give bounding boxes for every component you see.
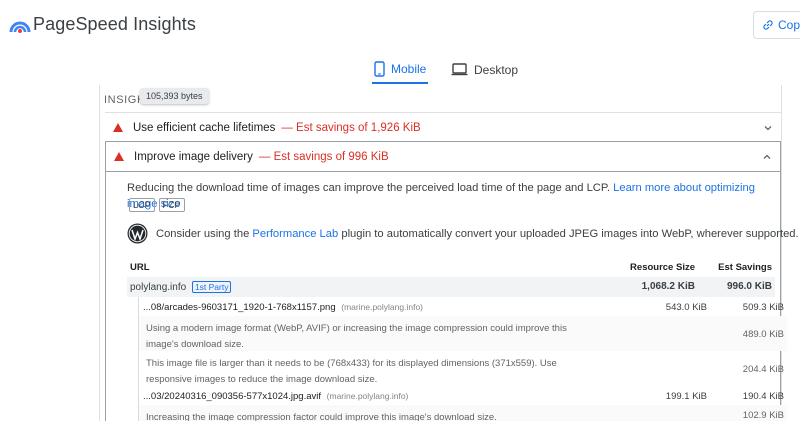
- table-subrow: This image file is larger than it needs …: [139, 351, 787, 386]
- warning-triangle-icon: [114, 152, 124, 161]
- subrow-savings: 204.4 KiB: [742, 364, 784, 375]
- first-party-badge: 1st Party: [191, 281, 232, 293]
- subrow-savings: 102.9 KiB: [742, 410, 784, 421]
- subrow-savings: 489.0 KiB: [742, 329, 784, 340]
- tab-mobile[interactable]: Mobile: [372, 55, 429, 84]
- tag-lcp: LCP: [129, 198, 155, 212]
- table-subrow: Using a modern image format (WebP, AVIF)…: [139, 316, 787, 351]
- table-row[interactable]: ...08/arcades-9603171_1920-1-768x1157.pn…: [139, 297, 787, 316]
- subrow-note: Increasing the image compression factor …: [146, 412, 497, 421]
- audit-title: Use efficient cache lifetimes: [133, 121, 276, 134]
- tag-fcp: FCP: [158, 198, 185, 212]
- copy-link-button[interactable]: Copy: [753, 11, 800, 39]
- subrow-note: This image file is larger than it needs …: [146, 358, 557, 385]
- resource-savings: 190.4 KiB: [742, 391, 784, 402]
- image-savings-table: URL Resource Size Est Savings polylang.i…: [127, 259, 787, 421]
- app-title: PageSpeed Insights: [33, 14, 196, 34]
- tab-desktop[interactable]: Desktop: [449, 55, 520, 84]
- table-subrow: Increasing the image compression factor …: [139, 405, 787, 421]
- image-delivery-details: Reducing the download time of images can…: [105, 171, 799, 421]
- wordpress-tip: Consider using the Performance Lab plugi…: [127, 223, 799, 244]
- audit-savings: — Est savings of 996 KiB: [258, 150, 389, 163]
- insights-panel: INSIGHTS 105,393 bytes Use efficient cac…: [99, 85, 799, 421]
- resource-size: 543.0 KiB: [665, 302, 707, 313]
- table-row-party: polylang.info 1st Party 1,068.2 KiB 996.…: [127, 277, 775, 297]
- wp-tip-suffix: plugin to automatically convert your upl…: [341, 227, 799, 240]
- copy-label: Copy: [778, 18, 800, 32]
- audit-description: Reducing the download time of images can…: [127, 180, 777, 212]
- tab-mobile-label: Mobile: [391, 61, 427, 76]
- resource-savings: 509.3 KiB: [742, 302, 784, 313]
- resource-url: ...08/arcades-9603171_1920-1-768x1157.pn…: [143, 302, 423, 313]
- wordpress-logo-icon: [127, 223, 148, 244]
- wp-tip-prefix: Consider using the: [156, 227, 250, 240]
- audit-image-delivery[interactable]: Improve image delivery — Est savings of …: [105, 141, 781, 172]
- link-icon: [763, 20, 773, 30]
- table-row[interactable]: ...03/20240316_090356-577x1024.jpg.avif …: [139, 386, 787, 405]
- party-size: 1,068.2 KiB: [641, 281, 695, 292]
- audit-cache-lifetimes[interactable]: Use efficient cache lifetimes — Est savi…: [105, 112, 781, 142]
- subrow-note: Using a modern image format (WebP, AVIF)…: [146, 323, 567, 350]
- metric-tags: LCP FCP: [129, 198, 185, 212]
- chevron-down-icon[interactable]: [763, 123, 773, 133]
- mobile-phone-icon: [374, 60, 385, 77]
- resource-url: ...03/20240316_090356-577x1024.jpg.avif …: [143, 391, 409, 402]
- warning-triangle-icon: [113, 123, 123, 132]
- column-est-savings: Est Savings: [718, 262, 772, 273]
- audit-savings: — Est savings of 1,926 KiB: [281, 121, 421, 134]
- bytes-tooltip: 105,393 bytes: [140, 88, 209, 104]
- party-resources: ...08/arcades-9603171_1920-1-768x1157.pn…: [138, 297, 787, 421]
- desktop-monitor-icon: [451, 63, 468, 76]
- resource-host: (marine.polylang.info): [326, 391, 409, 401]
- party-savings: 996.0 KiB: [726, 281, 772, 292]
- table-header: URL Resource Size Est Savings: [127, 259, 775, 277]
- performance-lab-link[interactable]: Performance Lab: [252, 228, 338, 240]
- chevron-up-icon[interactable]: [762, 152, 772, 162]
- resource-host: (marine.polylang.info): [341, 302, 423, 312]
- description-text: Reducing the download time of images can…: [127, 182, 611, 194]
- tab-desktop-label: Desktop: [474, 62, 519, 77]
- app-header: PageSpeed Insights Copy: [0, 0, 800, 50]
- column-url: URL: [130, 262, 150, 273]
- resource-size: 199.1 KiB: [665, 391, 707, 402]
- device-tabs: Mobile Desktop: [0, 55, 800, 85]
- party-domain: polylang.info 1st Party: [130, 281, 232, 293]
- pagespeed-logo-icon: [9, 21, 31, 33]
- column-resource-size: Resource Size: [630, 262, 695, 273]
- audit-title: Improve image delivery: [134, 150, 253, 163]
